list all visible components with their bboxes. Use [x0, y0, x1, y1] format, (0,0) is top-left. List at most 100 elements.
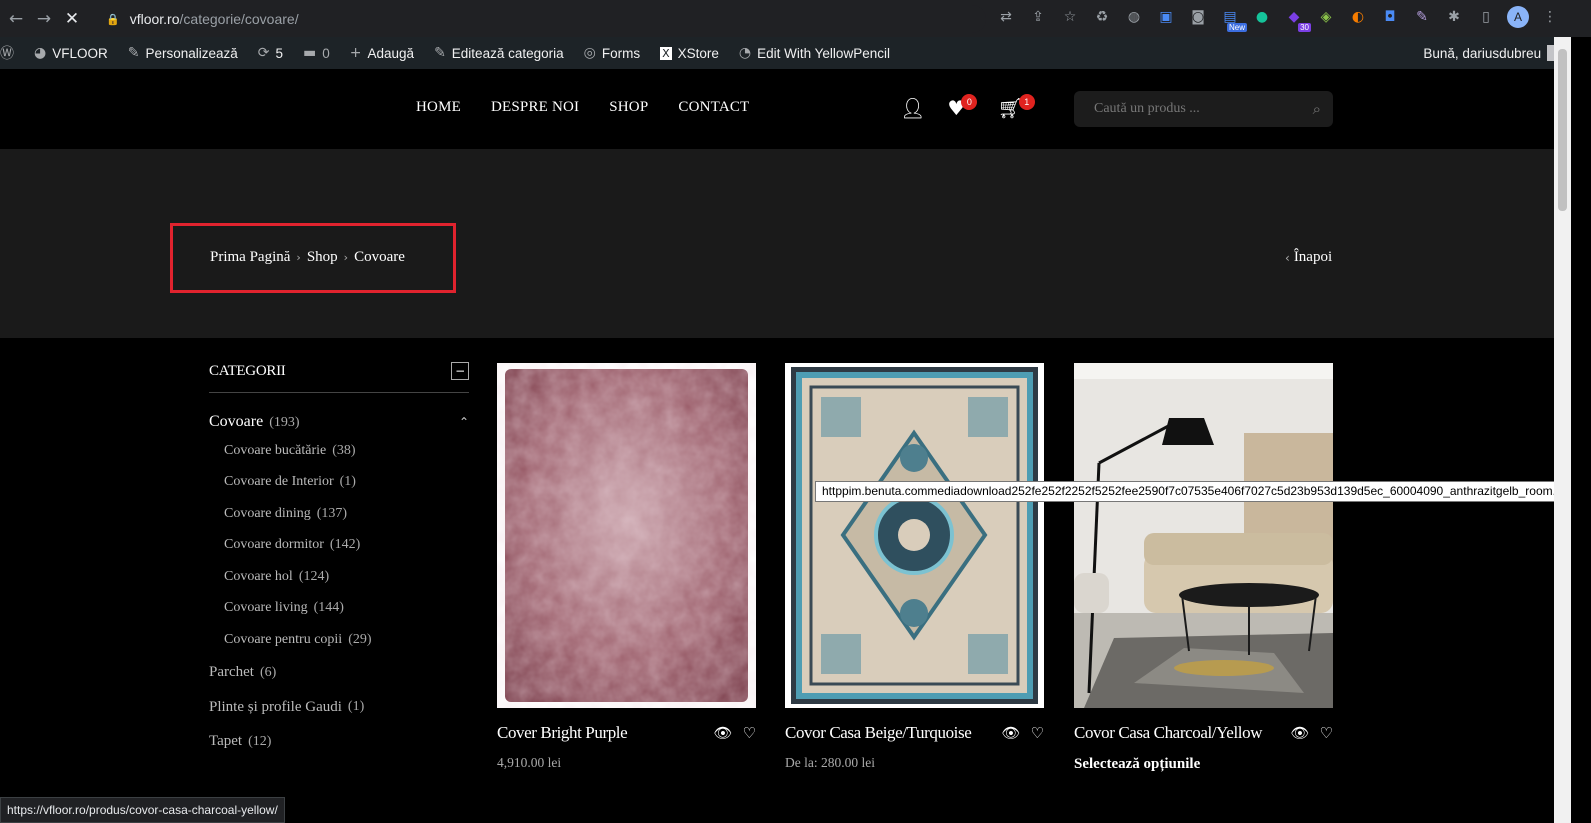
new-ext-icon[interactable]: ▤ New: [1219, 6, 1247, 32]
product-image[interactable]: [497, 363, 756, 708]
add-new-item[interactable]: + Adaugă: [340, 37, 424, 69]
screenshot-icon[interactable]: ◘: [1379, 6, 1401, 28]
customize-item[interactable]: ✎ Personalizează: [118, 37, 248, 69]
back-label: Înapoi: [1293, 249, 1333, 265]
menu-despre-noi[interactable]: DESPRE NOI: [491, 99, 579, 116]
updates-icon: ⟳: [257, 45, 270, 61]
xstore-item[interactable]: X XStore: [650, 37, 729, 69]
edit-category-item[interactable]: ✎ Editează categoria: [424, 37, 574, 69]
subcategory-label: Covoare dining: [224, 505, 311, 521]
product-title[interactable]: Cover Bright Purple: [497, 723, 628, 743]
scrollbar[interactable]: [1554, 37, 1571, 823]
stop-loading-icon[interactable]: ✕: [58, 5, 86, 33]
category-covoare[interactable]: Covoare (193) ⌃: [209, 413, 469, 431]
yellowpencil-item[interactable]: ◔ Edit With YellowPencil: [729, 37, 900, 69]
bookmark-star-icon[interactable]: ☆: [1059, 6, 1081, 28]
product-title[interactable]: Covor Casa Charcoal/Yellow: [1074, 723, 1262, 743]
grammarly-icon[interactable]: ●: [1251, 6, 1273, 28]
counter-ext-icon[interactable]: ◆ 30: [1283, 6, 1311, 32]
share-icon[interactable]: ⇪: [1027, 6, 1049, 28]
wishlist-count-badge: 0: [961, 94, 978, 110]
wishlist-heart-icon[interactable]: ♡: [1031, 724, 1044, 742]
quick-view-eye-icon[interactable]: 👁︎: [1291, 724, 1310, 742]
site-header: HOME DESPRE NOI SHOP CONTACT 👤︎ ♥0 🛒︎1 ⌕: [0, 69, 1554, 149]
puzzle-icon[interactable]: ✱: [1443, 6, 1465, 28]
subcategory-item[interactable]: Covoare de Interior (1): [224, 467, 469, 499]
comments-item[interactable]: ▬ 0: [293, 37, 340, 69]
recycle-icon[interactable]: ♻: [1091, 6, 1113, 28]
category-parchet[interactable]: Parchet (6): [209, 656, 469, 691]
flame-icon[interactable]: ◐: [1347, 6, 1369, 28]
site-name-item[interactable]: ◕ VFLOOR: [24, 37, 118, 69]
subcategory-label: Covoare bucătărie: [224, 442, 327, 458]
subcategory-item[interactable]: Covoare bucătărie (38): [224, 435, 469, 467]
user-icon[interactable]: 👤︎: [900, 96, 925, 120]
subcategory-item[interactable]: Covoare dormitor (142): [224, 530, 469, 562]
quick-view-eye-icon[interactable]: 👁︎: [714, 724, 733, 742]
product-image[interactable]: [1074, 363, 1333, 708]
category-tapet[interactable]: Tapet (12): [209, 725, 469, 760]
subcategory-item[interactable]: Covoare hol (124): [224, 561, 469, 593]
forward-arrow-icon[interactable]: →: [30, 5, 58, 33]
camera-icon[interactable]: ◙: [1187, 6, 1209, 28]
extensions-bar: ⇄ ⇪ ☆ ♻ ◍ ▣ ◙ ▤ New ● ◆ 30 ◈ ◐ ◘ ✎ ✱ ▯ A ⋮: [995, 6, 1561, 32]
select-options-button[interactable]: Selectează opțiunile: [1074, 756, 1200, 773]
menu-home[interactable]: HOME: [416, 99, 461, 116]
chevron-left-icon: ‹: [1285, 250, 1290, 265]
menu-contact[interactable]: CONTACT: [678, 99, 749, 116]
breadcrumb-home[interactable]: Prima Pagină: [210, 249, 290, 266]
pencil-icon[interactable]: ✎: [1411, 6, 1433, 28]
category-plinte[interactable]: Plinte și profile Gaudi (1): [209, 690, 469, 725]
category-label: Plinte și profile Gaudi: [209, 698, 342, 715]
divider: [209, 392, 469, 393]
breadcrumb-shop[interactable]: Shop: [307, 249, 338, 266]
sidebar-toggle-icon[interactable]: ▯: [1475, 6, 1497, 28]
subcategory-count: (144): [313, 600, 344, 616]
cart-icon[interactable]: 🛒︎ 1: [997, 94, 1035, 120]
profile-avatar[interactable]: A: [1507, 6, 1529, 28]
wishlist-heart-icon[interactable]: ♥ 0: [947, 94, 978, 120]
site-name: VFLOOR: [52, 45, 108, 61]
subcategory-item[interactable]: Covoare pentru copii (29): [224, 624, 469, 656]
subcategory-item[interactable]: Covoare living (144): [224, 593, 469, 625]
menu-kebab-icon[interactable]: ⋮: [1539, 6, 1561, 28]
subcategory-item[interactable]: Covoare dining (137): [224, 498, 469, 530]
lock-icon: 🔒: [106, 12, 120, 26]
back-arrow-icon[interactable]: ←: [2, 5, 30, 33]
category-label: Tapet: [209, 733, 243, 750]
address-bar[interactable]: 🔒 vfloor.ro/categorie/covoare/: [106, 5, 986, 33]
subcategory-count: (38): [332, 442, 356, 458]
main-menu: HOME DESPRE NOI SHOP CONTACT: [416, 99, 749, 116]
forms-icon: ◎: [583, 45, 596, 61]
window-edge: [1571, 37, 1591, 823]
translate-icon[interactable]: ⇄: [995, 6, 1017, 28]
forms-item[interactable]: ◎ Forms: [574, 37, 650, 69]
money-ext-icon[interactable]: ◈: [1315, 6, 1337, 28]
subcategory-count: (124): [298, 568, 330, 584]
category-count: (193): [269, 415, 300, 430]
collapse-icon[interactable]: −: [451, 362, 469, 380]
cart-count-badge: 1: [1018, 94, 1035, 110]
menu-shop[interactable]: SHOP: [609, 99, 648, 116]
search-input[interactable]: [1094, 101, 1294, 117]
chevron-up-icon[interactable]: ⌃: [459, 415, 469, 429]
product-image[interactable]: [785, 363, 1044, 708]
quick-view-eye-icon[interactable]: 👁︎: [1002, 724, 1021, 742]
translate-ext-icon[interactable]: ▣: [1155, 6, 1177, 28]
sidebar-header: CATEGORII −: [209, 360, 469, 382]
category-count: (12): [248, 733, 272, 749]
updates-item[interactable]: ⟳ 5: [248, 37, 293, 69]
back-link[interactable]: ‹ Înapoi: [1285, 249, 1332, 266]
search-icon[interactable]: ⌕: [1313, 100, 1321, 118]
wishlist-heart-icon[interactable]: ♡: [1320, 724, 1333, 742]
globe-icon[interactable]: ◍: [1123, 6, 1145, 28]
product-title-row: Covor Casa Beige/Turquoise 👁︎ ♡: [785, 723, 1044, 743]
scrollbar-thumb[interactable]: [1558, 49, 1567, 211]
subcategory-count: (137): [316, 505, 348, 521]
subcategory-label: Covoare pentru copii: [224, 631, 343, 647]
wishlist-heart-icon[interactable]: ♡: [743, 724, 756, 742]
product-title[interactable]: Covor Casa Beige/Turquoise: [785, 723, 972, 743]
category-count: (1): [347, 699, 365, 715]
wp-logo[interactable]: Ⓦ: [0, 37, 24, 69]
subcategory-count: (29): [348, 631, 372, 647]
